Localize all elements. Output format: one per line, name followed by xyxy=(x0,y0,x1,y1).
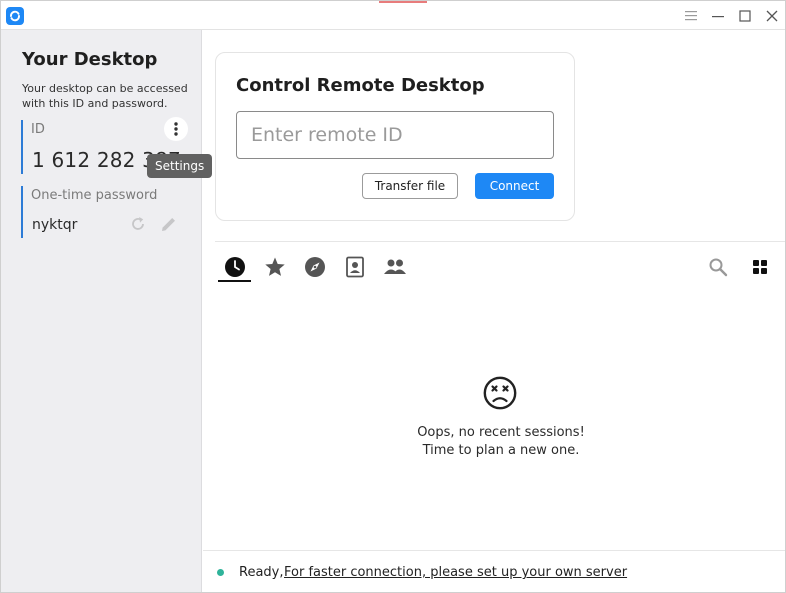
transfer-file-button[interactable]: Transfer file xyxy=(362,173,458,199)
maximize-icon xyxy=(739,10,751,22)
control-remote-card: Control Remote Desktop Transfer file Con… xyxy=(215,52,575,221)
empty-state-title: Oops, no recent sessions! xyxy=(417,425,585,440)
minimize-button[interactable] xyxy=(707,5,729,27)
status-text: Ready, xyxy=(239,565,284,580)
clock-icon xyxy=(225,257,245,277)
address-book-icon xyxy=(346,256,364,278)
empty-state-subtitle: Time to plan a new one. xyxy=(422,443,580,458)
more-vertical-icon xyxy=(174,122,178,136)
grid-view-button[interactable] xyxy=(745,253,775,281)
tab-favorites[interactable] xyxy=(260,253,290,281)
setup-server-link[interactable]: For faster connection, please set up you… xyxy=(284,565,627,580)
title-accent-strip xyxy=(379,1,427,3)
tab-discovered[interactable] xyxy=(300,253,330,281)
status-bar: Ready, For faster connection, please set… xyxy=(203,550,785,592)
tabs-divider xyxy=(215,241,785,242)
id-label: ID xyxy=(31,122,45,137)
id-settings-menu-button[interactable] xyxy=(164,117,188,141)
control-remote-title: Control Remote Desktop xyxy=(236,75,485,96)
star-icon xyxy=(265,257,285,276)
minimize-icon xyxy=(712,16,724,18)
status-indicator-dot xyxy=(217,569,224,576)
sad-face-icon xyxy=(483,376,517,410)
your-desktop-description: Your desktop can be accessed with this I… xyxy=(22,82,188,110)
tab-address-book[interactable] xyxy=(340,253,370,281)
hamburger-icon xyxy=(685,11,697,21)
app-logo-icon xyxy=(6,7,24,25)
your-desktop-panel: Your Desktop Your desktop can be accesse… xyxy=(1,30,202,592)
your-desktop-title: Your Desktop xyxy=(22,49,158,70)
tab-selected-indicator xyxy=(218,280,251,282)
group-icon xyxy=(384,259,406,274)
remote-id-input[interactable] xyxy=(236,111,554,159)
edit-password-icon[interactable] xyxy=(160,215,178,233)
connect-button[interactable]: Connect xyxy=(475,173,554,199)
search-icon xyxy=(709,258,728,277)
maximize-button[interactable] xyxy=(734,5,756,27)
otp-value[interactable]: nyktqr xyxy=(32,217,77,233)
app-window: Your Desktop Your desktop can be accesse… xyxy=(0,0,786,593)
close-button[interactable] xyxy=(761,5,783,27)
refresh-password-icon[interactable] xyxy=(129,215,147,233)
one-time-password-section: One-time password nyktqr xyxy=(21,186,191,238)
tab-recent-sessions[interactable] xyxy=(220,253,250,281)
search-button[interactable] xyxy=(703,253,733,281)
settings-tooltip: Settings xyxy=(147,154,213,178)
close-icon xyxy=(766,10,778,22)
otp-label: One-time password xyxy=(31,188,158,203)
compass-icon xyxy=(305,257,325,277)
tab-group[interactable] xyxy=(380,253,410,281)
hamburger-menu-button[interactable] xyxy=(680,5,702,27)
grid-view-icon xyxy=(753,260,767,274)
title-bar[interactable] xyxy=(1,1,785,30)
